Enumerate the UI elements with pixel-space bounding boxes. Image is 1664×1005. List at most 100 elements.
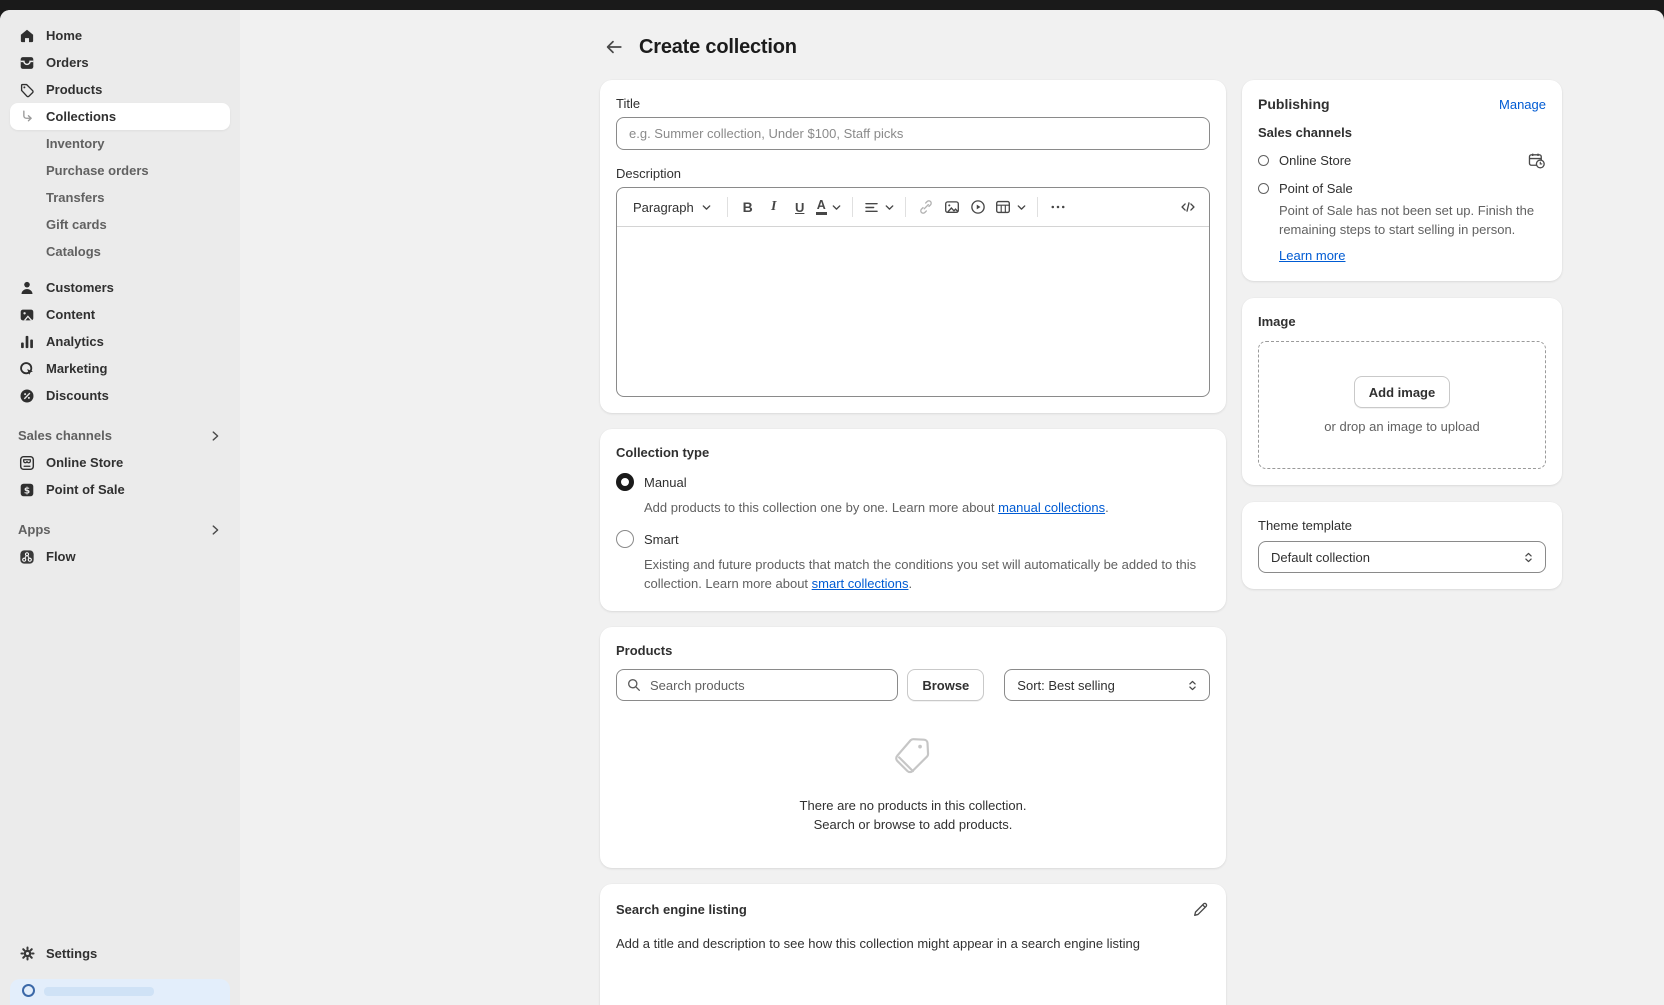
smart-radio-row[interactable]: Smart [616, 530, 1210, 548]
search-products-input[interactable] [616, 669, 898, 701]
learn-more-link[interactable]: Learn more [1279, 248, 1345, 263]
orders-icon [18, 54, 36, 72]
theme-template-label: Theme template [1258, 518, 1546, 533]
ellipsis-icon [1049, 198, 1067, 216]
more-formatting-button[interactable] [1045, 194, 1071, 220]
chevron-down-icon [831, 202, 842, 213]
calendar-clock-icon[interactable] [1527, 151, 1546, 170]
manual-label: Manual [644, 475, 687, 490]
italic-button[interactable]: I [761, 194, 787, 220]
sort-select-value: Sort: Best selling [1017, 678, 1115, 693]
products-card: Products Browse Sort: Best selling [600, 627, 1226, 868]
paragraph-style-dropdown[interactable]: Paragraph [625, 194, 720, 220]
text-color-button[interactable]: A [813, 194, 845, 220]
sidebar-item-transfers[interactable]: Transfers [10, 184, 230, 211]
link-button[interactable] [913, 194, 939, 220]
sidebar-item-catalogs[interactable]: Catalogs [10, 238, 230, 265]
sidebar-item-collections[interactable]: Collections [10, 103, 230, 130]
sidebar-item-online-store[interactable]: Online Store [10, 449, 230, 476]
sidebar-item-point-of-sale[interactable]: $ Point of Sale [10, 476, 230, 503]
products-empty-state: There are no products in this collection… [616, 701, 1210, 852]
sidebar-item-flow[interactable]: Flow [10, 543, 230, 570]
toolbar-divider [905, 197, 906, 217]
back-arrow-icon [604, 37, 624, 57]
smart-radio[interactable] [616, 530, 634, 548]
theme-template-card: Theme template Default collection [1242, 502, 1562, 589]
sidebar-bottom-banner[interactable] [10, 979, 230, 1005]
insert-video-button[interactable] [965, 194, 991, 220]
up-down-chevron-icon [1522, 551, 1535, 564]
svg-text:$: $ [24, 486, 30, 496]
underline-button[interactable]: U [787, 194, 813, 220]
online-store-channel-label: Online Store [1279, 153, 1351, 168]
sidebar-item-products[interactable]: Products [10, 76, 230, 103]
align-left-icon [863, 199, 880, 216]
manual-collections-link[interactable]: manual collections [998, 500, 1105, 515]
tag-icon [18, 81, 36, 99]
sidebar-item-label: Home [46, 28, 82, 43]
flow-app-icon [18, 548, 36, 566]
sidebar-item-purchase-orders[interactable]: Purchase orders [10, 157, 230, 184]
sales-channels-section-header[interactable]: Sales channels [10, 422, 230, 449]
image-dropzone[interactable]: Add image or drop an image to upload [1258, 341, 1546, 469]
person-icon [18, 279, 36, 297]
sort-select[interactable]: Sort: Best selling [1004, 669, 1210, 701]
manage-link[interactable]: Manage [1499, 97, 1546, 112]
manual-radio[interactable] [616, 473, 634, 491]
sidebar-spacer [10, 570, 230, 940]
theme-template-select[interactable]: Default collection [1258, 541, 1546, 573]
title-input[interactable] [616, 117, 1210, 150]
up-down-chevron-icon [1186, 679, 1199, 692]
smart-collections-link[interactable]: smart collections [812, 576, 909, 591]
bold-button[interactable]: B [735, 194, 761, 220]
apps-section-header[interactable]: Apps [10, 516, 230, 543]
alignment-button[interactable] [860, 194, 898, 220]
toolbar-divider [1037, 197, 1038, 217]
show-html-button[interactable] [1175, 194, 1201, 220]
pencil-icon[interactable] [1191, 900, 1210, 919]
sidebar-item-inventory[interactable]: Inventory [10, 130, 230, 157]
insert-table-button[interactable] [991, 194, 1030, 220]
bar-chart-icon [18, 333, 36, 351]
sidebar-item-label: Online Store [46, 455, 123, 470]
media-icon [18, 306, 36, 324]
collection-type-heading: Collection type [616, 445, 1210, 460]
sidebar-item-label: Discounts [46, 388, 109, 403]
banner-icon [22, 984, 35, 997]
chevron-down-icon [1016, 202, 1027, 213]
back-button[interactable] [602, 35, 626, 59]
top-bar [0, 0, 1664, 10]
discount-badge-icon [18, 387, 36, 405]
browse-button[interactable]: Browse [907, 669, 984, 701]
sidebar-item-discounts[interactable]: Discounts [10, 382, 230, 409]
insert-image-button[interactable] [939, 194, 965, 220]
banner-text-clipped [44, 987, 154, 996]
tag-outline-icon [887, 734, 939, 782]
collection-type-card: Collection type Manual Add products to t… [600, 429, 1226, 611]
online-store-channel-row: Online Store [1258, 151, 1546, 170]
description-label: Description [616, 166, 1210, 181]
add-image-button[interactable]: Add image [1354, 376, 1450, 408]
sales-channels-heading: Sales channels [1258, 125, 1546, 140]
main-area: Create collection Title Description Para… [240, 10, 1664, 1005]
toolbar-divider [727, 197, 728, 217]
sidebar-item-analytics[interactable]: Analytics [10, 328, 230, 355]
sidebar-item-customers[interactable]: Customers [10, 274, 230, 301]
sidebar-item-orders[interactable]: Orders [10, 49, 230, 76]
seo-body-text: Add a title and description to see how t… [616, 936, 1210, 951]
sidebar-item-marketing[interactable]: Marketing [10, 355, 230, 382]
sidebar-item-label: Marketing [46, 361, 107, 376]
point-of-sale-channel-row: Point of Sale [1258, 181, 1546, 196]
sidebar-item-settings[interactable]: Settings [10, 940, 230, 967]
gear-icon [18, 945, 36, 963]
sidebar-item-label: Products [46, 82, 102, 97]
sidebar-item-content[interactable]: Content [10, 301, 230, 328]
sidebar-item-gift-cards[interactable]: Gift cards [10, 211, 230, 238]
point-of-sale-channel-label: Point of Sale [1279, 181, 1353, 196]
sidebar-item-home[interactable]: Home [10, 22, 230, 49]
manual-radio-row[interactable]: Manual [616, 473, 1210, 491]
home-icon [18, 27, 36, 45]
drop-hint-text: or drop an image to upload [1324, 419, 1479, 434]
description-textarea[interactable] [617, 227, 1209, 396]
sidebar-item-label: Content [46, 307, 95, 322]
